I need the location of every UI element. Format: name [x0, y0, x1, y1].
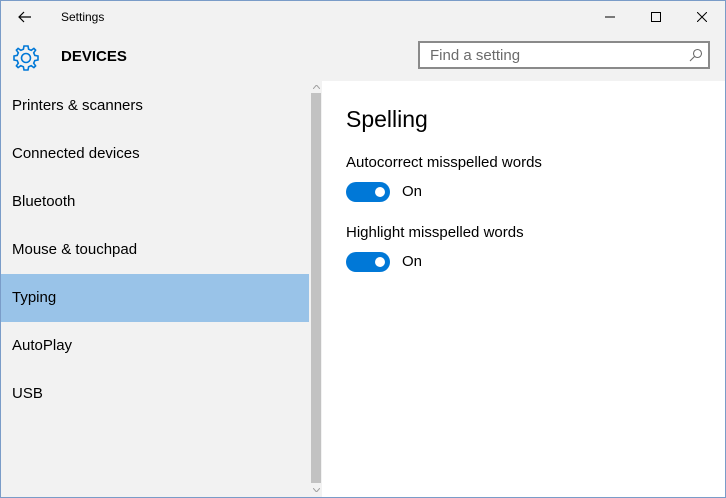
- back-arrow-icon: [18, 11, 31, 23]
- sidebar-item-label: Bluetooth: [12, 193, 76, 210]
- highlight-label: Highlight misspelled words: [346, 224, 524, 241]
- window-title: Settings: [61, 10, 105, 24]
- chevron-up-icon: [312, 85, 320, 89]
- page-title: Spelling: [346, 106, 428, 132]
- sidebar-item-printers-scanners[interactable]: Printers & scanners: [1, 82, 309, 130]
- scroll-down-button[interactable]: [310, 484, 322, 496]
- sidebar-item-typing[interactable]: Typing: [1, 274, 309, 322]
- minimize-button[interactable]: [587, 1, 633, 33]
- settings-header: DEVICES: [1, 33, 725, 81]
- minimize-icon: [605, 16, 615, 18]
- section-title: DEVICES: [61, 48, 127, 65]
- settings-window: Settings DEVICES Find a setting Printers…: [0, 0, 726, 498]
- maximize-icon: [651, 12, 661, 22]
- maximize-button[interactable]: [633, 1, 679, 33]
- search-box[interactable]: [418, 41, 710, 69]
- highlight-state: On: [402, 253, 423, 270]
- title-bar: Settings: [1, 1, 725, 33]
- sidebar-scrollbar[interactable]: [310, 81, 322, 497]
- chevron-down-icon: [312, 488, 320, 492]
- highlight-toggle[interactable]: [346, 252, 390, 272]
- sidebar-item-autoplay[interactable]: AutoPlay: [1, 322, 309, 370]
- close-icon: [697, 12, 707, 22]
- back-button[interactable]: [1, 1, 49, 33]
- sidebar-item-label: AutoPlay: [12, 337, 73, 354]
- scroll-up-button[interactable]: [310, 81, 322, 93]
- gear-icon: [13, 45, 39, 71]
- sidebar-item-bluetooth[interactable]: Bluetooth: [1, 178, 309, 226]
- autocorrect-toggle[interactable]: [346, 182, 390, 202]
- sidebar-item-connected-devices[interactable]: Connected devices: [1, 130, 309, 178]
- toggle-knob: [375, 187, 385, 197]
- sidebar-item-mouse-touchpad[interactable]: Mouse & touchpad: [1, 226, 309, 274]
- sidebar-item-label: Typing: [12, 289, 57, 306]
- toggle-knob: [375, 257, 385, 267]
- sidebar-item-label: USB: [12, 385, 43, 402]
- sidebar-item-label: Connected devices: [12, 145, 140, 162]
- search-input[interactable]: [420, 43, 690, 67]
- autocorrect-state: On: [402, 183, 423, 200]
- close-button[interactable]: [679, 1, 725, 33]
- search-icon[interactable]: [689, 48, 703, 62]
- autocorrect-label: Autocorrect misspelled words: [346, 154, 542, 171]
- scroll-thumb[interactable]: [311, 93, 321, 483]
- content-pane: Spelling Autocorrect misspelled words On…: [322, 81, 725, 497]
- sidebar-item-label: Mouse & touchpad: [12, 241, 138, 258]
- sidebar-item-usb[interactable]: USB: [1, 370, 309, 418]
- sidebar-nav: Printers & scanners Connected devices Bl…: [1, 81, 311, 497]
- sidebar-item-label: Printers & scanners: [12, 97, 143, 114]
